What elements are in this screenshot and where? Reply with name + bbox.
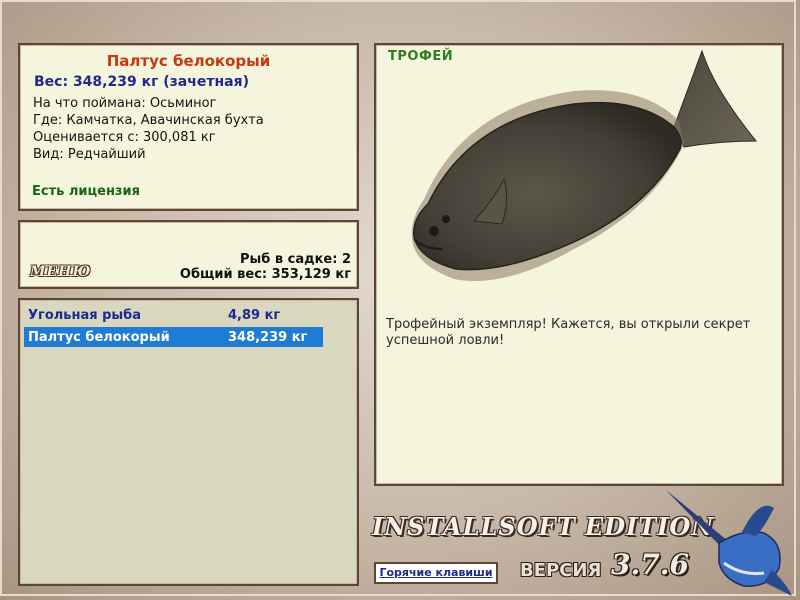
marlin-logo	[666, 490, 792, 596]
location-info: Где: Камчатка, Авачинская бухта	[33, 113, 264, 128]
cage-count: Рыб в садке: 2	[239, 252, 351, 267]
list-item-weight: 4,89 кг	[228, 308, 281, 323]
version-label: ВЕРСИЯ	[520, 560, 602, 581]
list-item-name: Палтус белокорый	[28, 330, 170, 345]
license-status: Есть лицензия	[32, 184, 140, 199]
trophy-panel: ТРОФЕЙ Трофейный экземпляр! Кажется, вы …	[374, 43, 784, 486]
hotkeys-button[interactable]: Горячие клавиши	[374, 562, 498, 584]
valuation-info: Оценивается с: 300,081 кг	[33, 130, 216, 145]
bait-info: На что поймана: Осьминог	[33, 96, 217, 111]
list-item-selected[interactable]: Палтус белокорый 348,239 кг	[24, 327, 323, 347]
fish-title: Палтус белокорый	[106, 52, 271, 70]
catch-list: Угольная рыба 4,89 кг Палтус белокорый 3…	[18, 298, 359, 586]
rarity-info: Вид: Редчайший	[33, 147, 146, 162]
cage-summary-panel: МЕНЮ Рыб в садке: 2 Общий вес: 353,129 к…	[18, 220, 359, 289]
menu-button[interactable]: МЕНЮ	[30, 264, 91, 280]
cage-total-weight: Общий вес: 353,129 кг	[179, 267, 351, 282]
halibut-image	[411, 49, 758, 281]
list-item[interactable]: Угольная рыба 4,89 кг	[24, 305, 323, 325]
catch-info-panel: Палтус белокорый Вес: 348,239 кг (зачетн…	[18, 43, 359, 211]
trophy-message: Трофейный экземпляр! Кажется, вы открыли…	[386, 317, 751, 348]
list-item-name: Угольная рыба	[28, 308, 142, 323]
fish-weight: Вес: 348,239 кг (зачетная)	[34, 74, 249, 90]
edition-logo: INSTALLSOFT EDITION	[372, 512, 715, 541]
list-item-weight: 348,239 кг	[228, 330, 308, 345]
